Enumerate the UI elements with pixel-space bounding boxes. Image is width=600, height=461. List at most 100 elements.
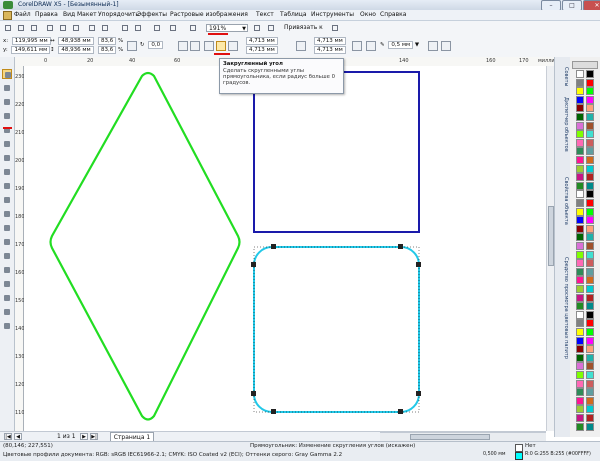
color-swatch[interactable]	[586, 242, 594, 250]
node-handle[interactable]	[398, 244, 403, 249]
basic-shapes-tool-icon[interactable]	[2, 195, 12, 205]
outline-swatch-icon[interactable]	[515, 452, 523, 460]
new-document-icon[interactable]	[3, 23, 13, 33]
text-tool-icon[interactable]	[2, 209, 12, 219]
scale-width-field[interactable]: 83,6 %	[96, 37, 123, 45]
dimension-tool-icon[interactable]	[2, 237, 12, 247]
node-handle[interactable]	[271, 244, 276, 249]
color-swatch[interactable]	[576, 156, 584, 164]
color-swatch[interactable]	[586, 78, 594, 87]
color-swatch[interactable]	[586, 362, 594, 371]
welcome-screen-icon[interactable]	[168, 23, 178, 33]
color-swatch[interactable]	[586, 310, 594, 319]
corner-scallop-icon[interactable]	[204, 41, 214, 51]
paste-icon[interactable]	[71, 23, 81, 33]
mirror-horizontal-icon[interactable]	[178, 41, 188, 51]
node-handle[interactable]	[271, 409, 276, 414]
color-swatch[interactable]	[586, 233, 594, 242]
menu-help[interactable]: Справка	[380, 11, 406, 18]
connector-tool-icon[interactable]	[2, 251, 12, 261]
import-icon[interactable]	[120, 23, 130, 33]
color-swatch[interactable]	[586, 353, 594, 362]
redo-icon[interactable]	[100, 23, 110, 33]
color-swatch[interactable]	[586, 388, 594, 397]
show-rulers-icon[interactable]	[266, 23, 276, 33]
outline-width-select[interactable]: ✎ 0,5 мм ▼	[380, 41, 419, 49]
color-swatch[interactable]	[576, 345, 584, 354]
corner-radius-bottom-right[interactable]: 4,713 мм	[312, 46, 346, 54]
horizontal-scrollbar[interactable]	[380, 432, 546, 441]
color-swatch[interactable]	[586, 328, 594, 336]
color-swatch[interactable]	[586, 164, 594, 173]
color-swatch[interactable]	[586, 121, 594, 130]
color-swatch[interactable]	[586, 250, 594, 259]
color-swatch[interactable]	[576, 164, 584, 173]
last-page-button[interactable]: ▶|	[90, 433, 98, 440]
color-swatch[interactable]	[586, 113, 594, 121]
menu-table[interactable]: Таблица	[280, 11, 307, 18]
color-swatch[interactable]	[576, 396, 584, 405]
color-swatch[interactable]	[586, 138, 594, 147]
color-swatch[interactable]	[586, 379, 594, 388]
color-swatch[interactable]	[576, 173, 584, 182]
options-icon[interactable]	[330, 23, 340, 33]
color-swatch[interactable]	[576, 199, 584, 207]
table-tool-icon[interactable]	[2, 223, 12, 233]
menu-tools[interactable]: Инструменты	[311, 11, 354, 18]
color-swatch[interactable]	[586, 285, 594, 293]
width-field[interactable]: ↔ 48,938 мм	[50, 37, 94, 45]
corner-radius-bottom-left[interactable]: 4,713 мм	[244, 46, 278, 54]
crop-tool-icon[interactable]	[2, 97, 12, 107]
lock-ratio-icon[interactable]	[127, 41, 137, 51]
wrap-text-icon[interactable]	[366, 41, 376, 51]
y-position-field[interactable]: y: 149,611 мм	[3, 46, 51, 54]
node-handle[interactable]	[251, 391, 256, 396]
corner-radius-top-right[interactable]: 4,713 мм	[312, 37, 346, 45]
color-swatch[interactable]	[586, 70, 594, 78]
color-swatch[interactable]	[586, 267, 594, 276]
pick-tool-icon[interactable]	[2, 69, 12, 79]
color-swatch[interactable]	[586, 336, 594, 345]
rotation-field[interactable]: ↻ 0,0	[140, 41, 164, 49]
chamfer-corner-icon[interactable]	[228, 41, 238, 51]
color-swatch[interactable]	[586, 371, 594, 379]
color-swatch[interactable]	[576, 362, 584, 371]
color-swatch[interactable]	[576, 70, 584, 78]
color-swatch[interactable]	[576, 87, 584, 96]
color-swatch[interactable]	[586, 156, 594, 164]
square-shape[interactable]	[253, 71, 420, 233]
color-swatch[interactable]	[576, 121, 584, 130]
open-icon[interactable]	[16, 23, 26, 33]
color-swatch[interactable]	[576, 259, 584, 268]
color-swatch[interactable]	[576, 147, 584, 156]
color-swatch[interactable]	[576, 138, 584, 147]
color-swatch[interactable]	[576, 422, 584, 431]
color-swatch[interactable]	[576, 78, 584, 87]
scrollbar-thumb[interactable]	[410, 434, 490, 440]
color-swatch[interactable]	[576, 276, 584, 285]
color-swatch[interactable]	[586, 95, 594, 104]
color-swatch[interactable]	[586, 207, 594, 216]
corner-radius-top-left[interactable]: 4,713 мм	[244, 37, 278, 45]
color-swatch[interactable]	[586, 190, 594, 199]
rounded-corner-icon[interactable]	[216, 41, 226, 51]
node-handle[interactable]	[416, 391, 421, 396]
menu-arrange[interactable]: Упорядочить	[98, 11, 139, 18]
mirror-vertical-icon[interactable]	[190, 41, 200, 51]
height-field[interactable]: ↕ 48,936 мм	[50, 46, 94, 54]
color-swatch[interactable]	[576, 285, 584, 293]
color-swatch[interactable]	[586, 147, 594, 156]
zoom-level-select[interactable]: 191% ▼	[206, 24, 248, 32]
color-swatch[interactable]	[586, 173, 594, 182]
color-swatch[interactable]	[576, 371, 584, 379]
color-swatch[interactable]	[576, 104, 584, 113]
zoom-tool-icon[interactable]	[2, 111, 12, 121]
ellipse-tool-icon[interactable]	[2, 167, 12, 177]
diamond-shape[interactable]	[49, 71, 241, 421]
color-swatch[interactable]	[586, 422, 594, 431]
smart-fill-tool-icon[interactable]	[2, 139, 12, 149]
color-swatch[interactable]	[586, 293, 594, 302]
eyedropper-tool-icon[interactable]	[2, 279, 12, 289]
color-swatch[interactable]	[586, 199, 594, 207]
color-swatch[interactable]	[576, 207, 584, 216]
